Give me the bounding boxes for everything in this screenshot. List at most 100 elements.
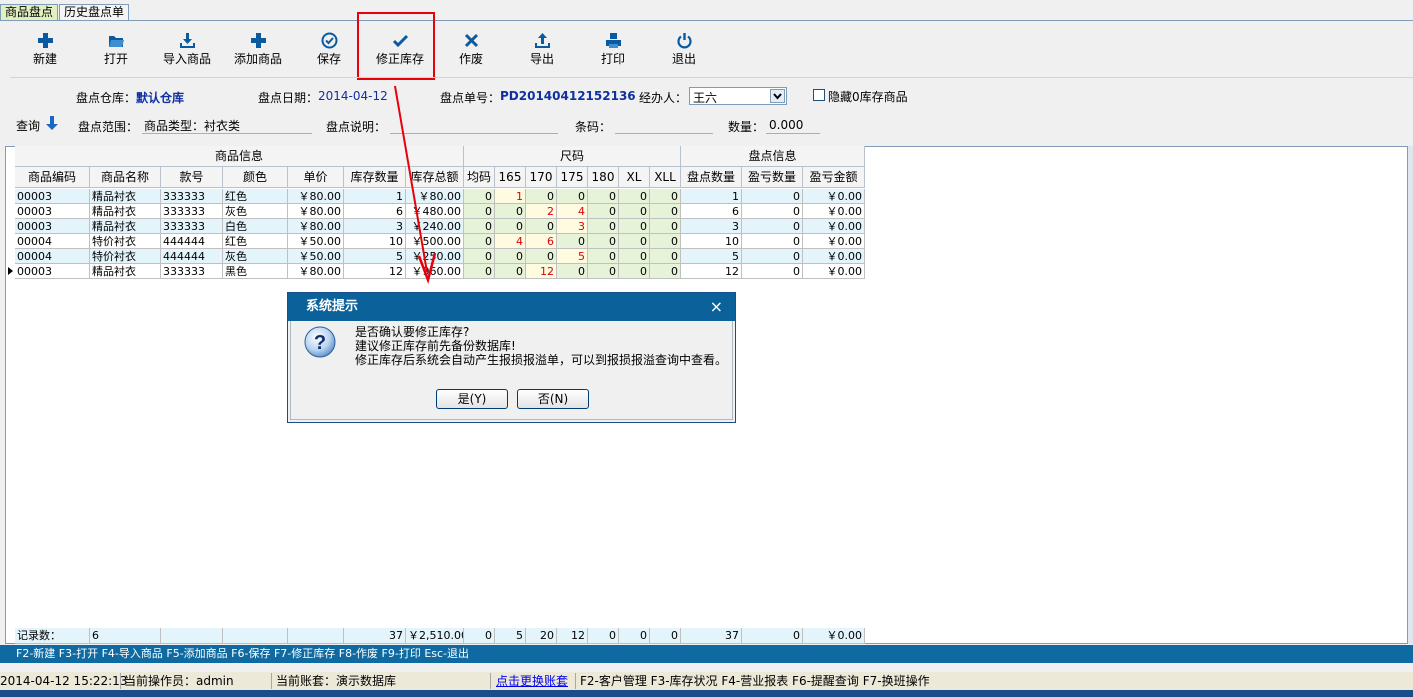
grid-cell[interactable]: ￥240.00: [406, 219, 464, 234]
grid-cell[interactable]: ￥0.00: [803, 249, 865, 264]
grid-cell[interactable]: 0: [588, 219, 619, 234]
grid-cell[interactable]: ￥500.00: [406, 234, 464, 249]
grid-cell[interactable]: 0: [464, 219, 495, 234]
grid-cell[interactable]: 6: [681, 204, 742, 219]
column-header[interactable]: 单价: [288, 167, 344, 188]
grid-cell[interactable]: 333333: [161, 264, 223, 279]
grid-cell[interactable]: 红色: [223, 189, 288, 204]
note-field[interactable]: [390, 133, 558, 134]
column-header[interactable]: 库存总额: [406, 167, 464, 188]
grid-cell[interactable]: ￥480.00: [406, 204, 464, 219]
grid-cell[interactable]: 0: [557, 234, 588, 249]
grid-cell[interactable]: 0: [464, 264, 495, 279]
grid-cell[interactable]: 白色: [223, 219, 288, 234]
grid-cell[interactable]: 0: [495, 204, 526, 219]
grid-cell[interactable]: 特价衬衣: [90, 249, 161, 264]
grid-cell[interactable]: 0: [588, 249, 619, 264]
grid-cell[interactable]: 00004: [15, 249, 90, 264]
grid-cell[interactable]: ￥80.00: [288, 204, 344, 219]
column-header[interactable]: 175: [557, 167, 588, 188]
grid-cell[interactable]: 精品衬衣: [90, 264, 161, 279]
grid-cell[interactable]: 0: [619, 234, 650, 249]
yes-button[interactable]: 是(Y): [436, 389, 508, 409]
grid-cell[interactable]: 0: [650, 234, 681, 249]
grid-cell[interactable]: 2: [526, 204, 557, 219]
warehouse-value[interactable]: 默认仓库: [136, 89, 184, 106]
grid-cell[interactable]: 0: [588, 234, 619, 249]
dropdown-button[interactable]: [770, 89, 785, 103]
grid-cell[interactable]: 0: [495, 264, 526, 279]
grid-cell[interactable]: 黑色: [223, 264, 288, 279]
column-header[interactable]: XL: [619, 167, 650, 188]
grid-cell[interactable]: 3: [344, 219, 406, 234]
grid-cell[interactable]: ￥250.00: [406, 249, 464, 264]
grid-cell[interactable]: 0: [742, 219, 803, 234]
date-value[interactable]: 2014-04-12: [318, 89, 388, 103]
save-button[interactable]: 保存: [294, 32, 364, 68]
switch-account-link[interactable]: 点击更换账套: [496, 674, 568, 689]
grid-cell[interactable]: 3: [557, 219, 588, 234]
hide-zero-checkbox[interactable]: [813, 89, 825, 101]
grid-cell[interactable]: 0: [742, 264, 803, 279]
column-header[interactable]: 款号: [161, 167, 223, 188]
grid-cell[interactable]: 精品衬衣: [90, 189, 161, 204]
column-header[interactable]: 盈亏数量: [742, 167, 803, 188]
grid-cell[interactable]: ￥0.00: [803, 234, 865, 249]
grid-cell[interactable]: 6: [526, 234, 557, 249]
grid-cell[interactable]: 0: [526, 189, 557, 204]
column-header[interactable]: 盘点数量: [681, 167, 742, 188]
column-header[interactable]: 颜色: [223, 167, 288, 188]
print-button[interactable]: 打印: [578, 32, 648, 68]
grid-cell[interactable]: 0: [464, 249, 495, 264]
exit-button[interactable]: 退出: [649, 32, 719, 68]
grid-cell[interactable]: 0: [557, 264, 588, 279]
grid-cell[interactable]: 0: [495, 219, 526, 234]
grid-cell[interactable]: 0: [464, 234, 495, 249]
grid-cell[interactable]: 0: [650, 189, 681, 204]
grid-cell[interactable]: 0: [650, 219, 681, 234]
grid-cell[interactable]: 0: [742, 189, 803, 204]
grid-cell[interactable]: 灰色: [223, 249, 288, 264]
grid-cell[interactable]: ￥80.00: [288, 189, 344, 204]
grid-cell[interactable]: 0: [619, 249, 650, 264]
grid-cell[interactable]: 0: [619, 264, 650, 279]
grid-cell[interactable]: 12: [344, 264, 406, 279]
grid-cell[interactable]: 10: [681, 234, 742, 249]
grid-cell[interactable]: 0: [742, 249, 803, 264]
close-icon[interactable]: ×: [710, 293, 723, 321]
column-header[interactable]: 180: [588, 167, 619, 188]
grid-cell[interactable]: 0: [464, 189, 495, 204]
column-header[interactable]: 盈亏金额: [803, 167, 865, 188]
new-button[interactable]: 新建: [10, 32, 80, 68]
grid-cell[interactable]: 0: [588, 189, 619, 204]
scope-value[interactable]: 商品类型：衬衣类: [144, 117, 240, 134]
export-button[interactable]: 导出: [507, 32, 577, 68]
grid-cell[interactable]: 5: [681, 249, 742, 264]
grid-cell[interactable]: 6: [344, 204, 406, 219]
grid-cell[interactable]: ￥0.00: [803, 219, 865, 234]
grid-cell[interactable]: 333333: [161, 204, 223, 219]
grid-cell[interactable]: ￥0.00: [803, 189, 865, 204]
open-button[interactable]: 打开: [81, 32, 151, 68]
grid-cell[interactable]: 1: [495, 189, 526, 204]
grid-cell[interactable]: ￥0.00: [803, 204, 865, 219]
grid-cell[interactable]: 精品衬衣: [90, 204, 161, 219]
grid-cell[interactable]: 333333: [161, 219, 223, 234]
grid-cell[interactable]: 00003: [15, 204, 90, 219]
grid-cell[interactable]: ￥80.00: [288, 219, 344, 234]
column-header[interactable]: 170: [526, 167, 557, 188]
grid-cell[interactable]: ￥0.00: [803, 264, 865, 279]
grid-cell[interactable]: 0: [650, 264, 681, 279]
grid-cell[interactable]: 特价衬衣: [90, 234, 161, 249]
handler-select[interactable]: 王六: [689, 87, 787, 105]
grid-cell[interactable]: 0: [742, 234, 803, 249]
grid-cell[interactable]: 12: [526, 264, 557, 279]
column-header[interactable]: 库存数量: [344, 167, 406, 188]
tab-history[interactable]: 历史盘点单: [59, 4, 130, 20]
grid-cell[interactable]: 00004: [15, 234, 90, 249]
grid-cell[interactable]: 灰色: [223, 204, 288, 219]
no-button[interactable]: 否(N): [517, 389, 589, 409]
grid-cell[interactable]: 10: [344, 234, 406, 249]
column-header[interactable]: 商品名称: [90, 167, 161, 188]
grid-cell[interactable]: 0: [650, 249, 681, 264]
